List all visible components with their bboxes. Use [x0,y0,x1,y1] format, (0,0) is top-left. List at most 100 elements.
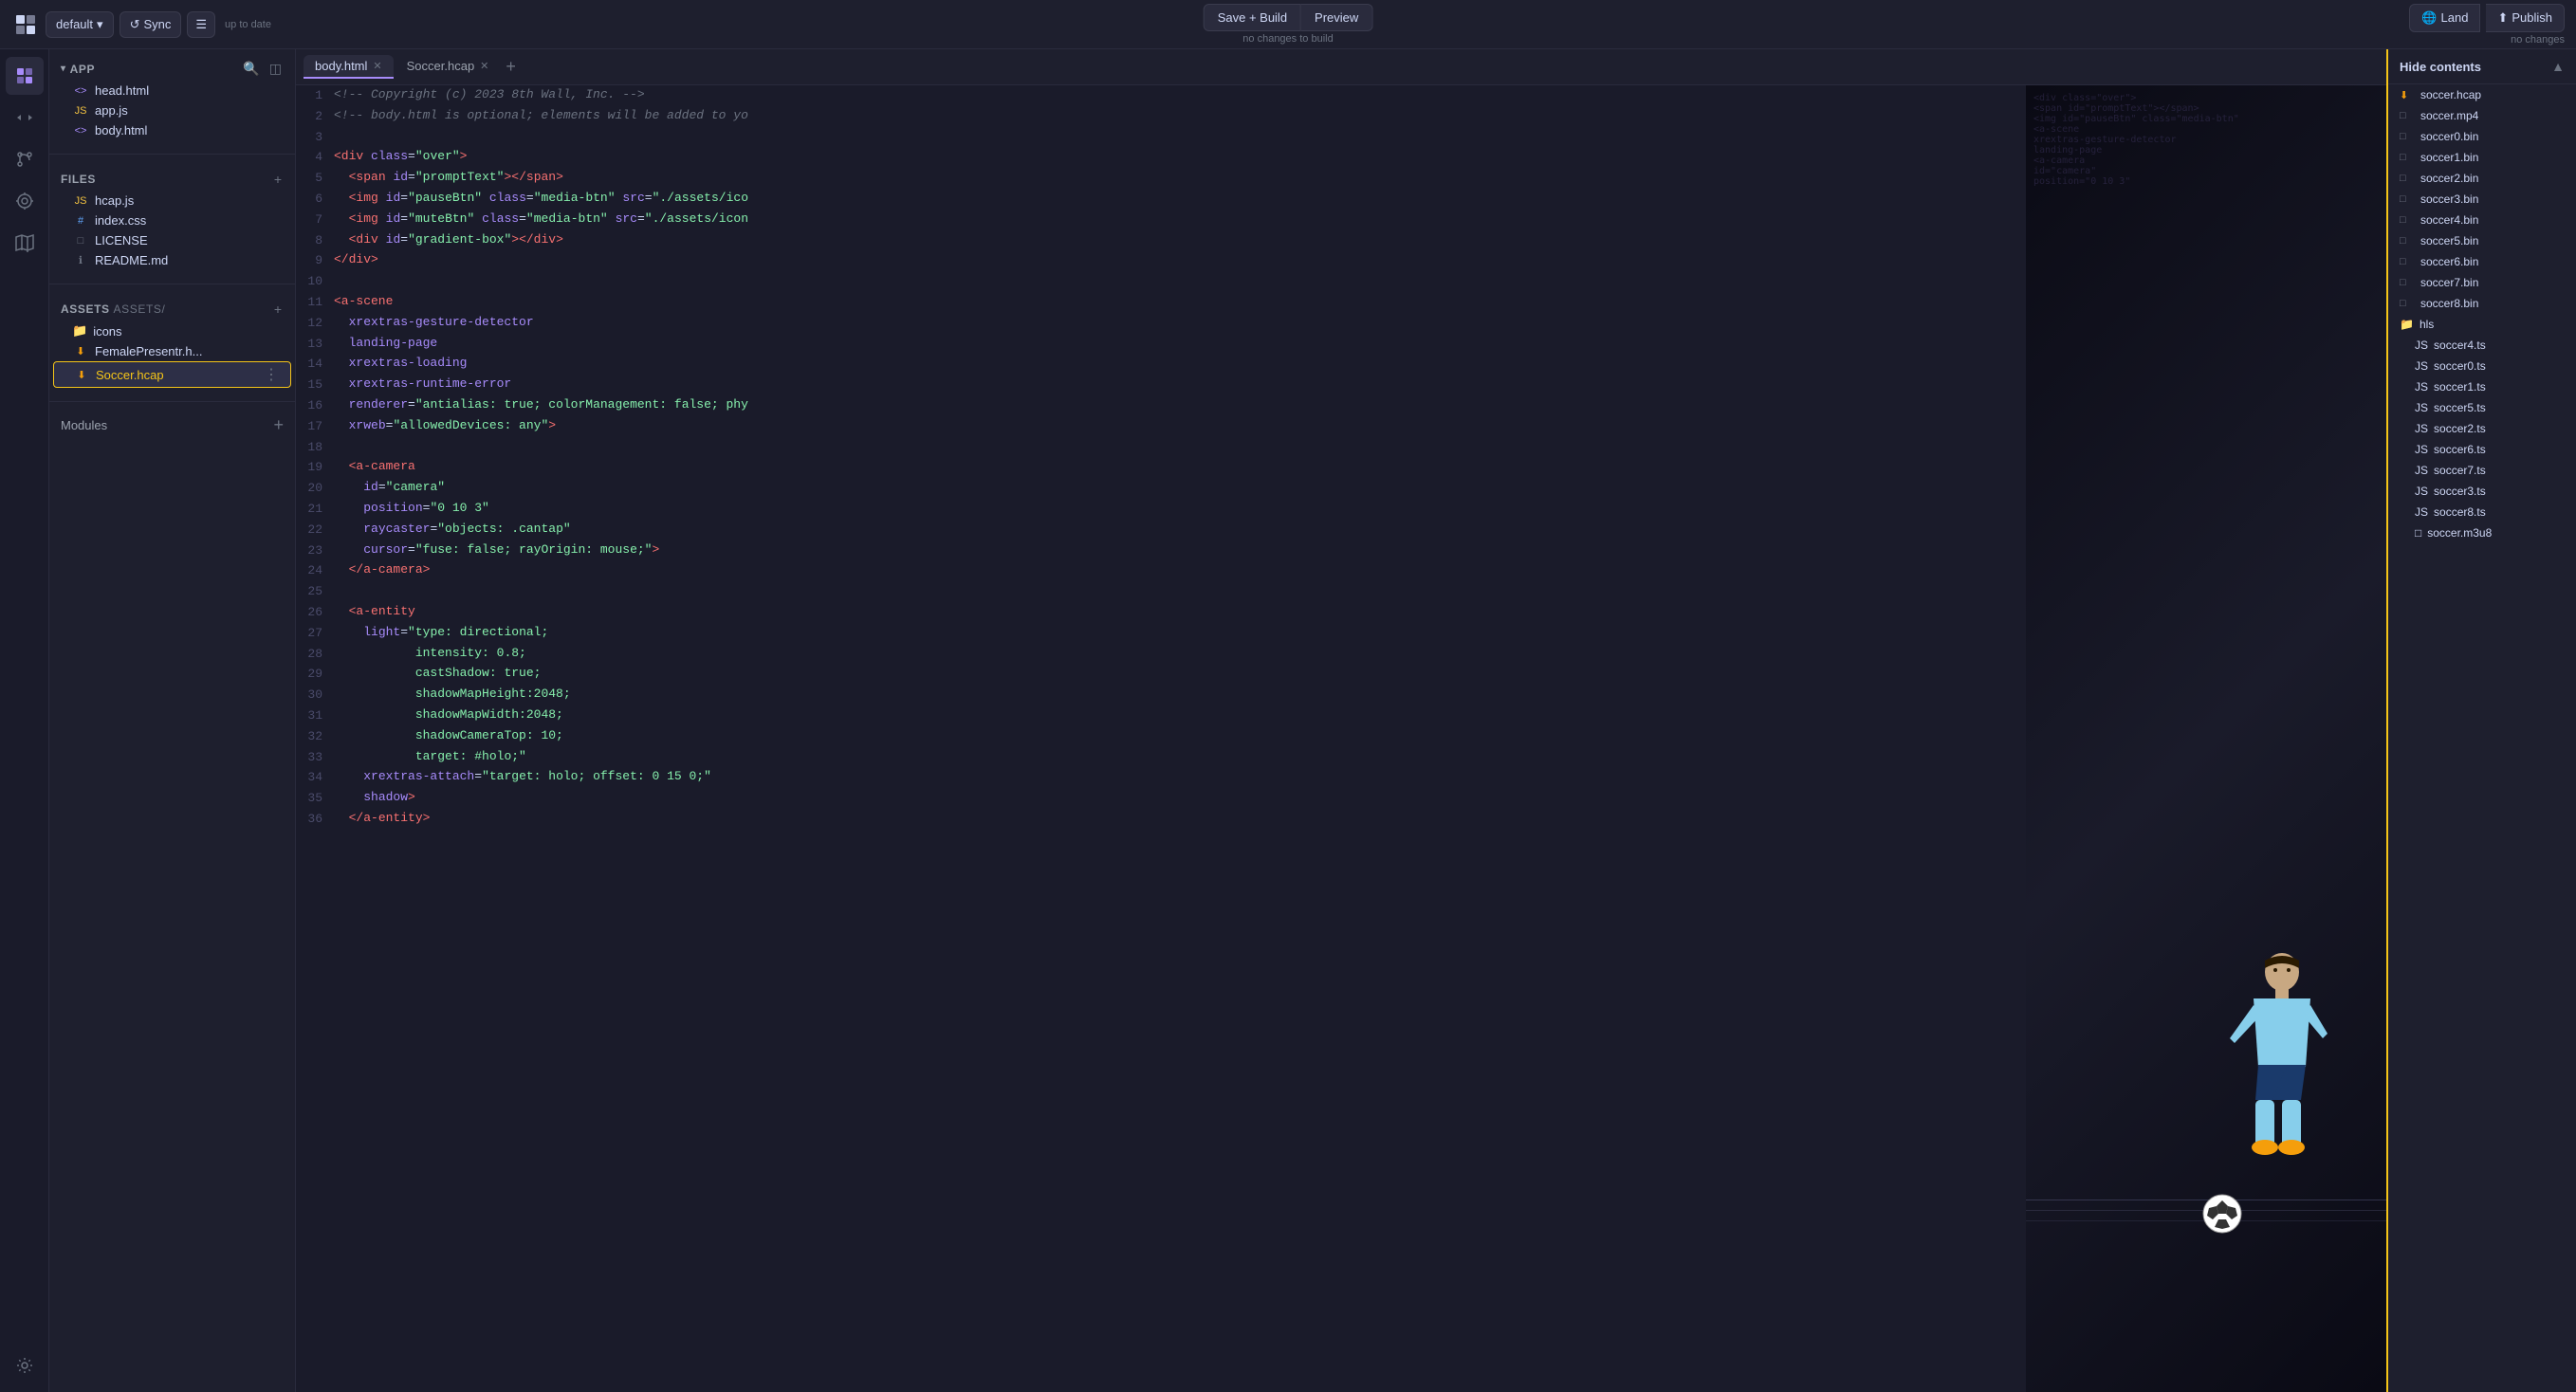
contents-item-soccer4-bin[interactable]: □ soccer4.bin [2388,210,2576,230]
app-section: ▾ App 🔍 ◫ <> head.html JS app.js <> body… [49,49,295,148]
tab-close-soccer-hcap[interactable]: ✕ [480,60,488,72]
contents-item-soccer2-bin[interactable]: □ soccer2.bin [2388,168,2576,189]
contents-folder-hls[interactable]: 📁 hls [2388,314,2576,335]
file-icon: □ [72,235,89,247]
contents-sub-item-soccer-m3u8[interactable]: □ soccer.m3u8 [2388,522,2576,543]
contents-sub-item-soccer6-ts[interactable]: JS soccer6.ts [2388,439,2576,460]
folder-item-icons[interactable]: 📁 icons [53,321,291,341]
sidebar-icon-map[interactable] [6,224,44,262]
code-line-21: 21 position="0 10 3" [296,499,2026,520]
save-build-button[interactable]: Save + Build [1204,4,1301,31]
code-line-14: 14 xrextras-loading [296,354,2026,375]
file-item-index-css[interactable]: # index.css [53,211,291,230]
add-module-button[interactable]: + [273,415,284,435]
contents-sub-item-soccer7-ts[interactable]: JS soccer7.ts [2388,460,2576,481]
item-name: soccer1.ts [2434,380,2486,394]
default-branch-button[interactable]: default ▾ [46,11,114,38]
js-icon: JS [2415,443,2428,456]
file-item-head-html[interactable]: <> head.html [53,81,291,101]
land-publish-buttons: 🌐 Land ⬆ Publish [2409,4,2565,32]
contents-item-soccer7-bin[interactable]: □ soccer7.bin [2388,272,2576,293]
file-icon: □ [2400,214,2415,226]
contents-sub-item-soccer5-ts[interactable]: JS soccer5.ts [2388,397,2576,418]
item-name: soccer.m3u8 [2427,526,2492,540]
contents-item-soccer5-bin[interactable]: □ soccer5.bin [2388,230,2576,251]
item-name: soccer1.bin [2420,151,2478,164]
code-line-28: 28 intensity: 0.8; [296,644,2026,665]
file-name: body.html [95,123,280,137]
file-context-menu-button[interactable]: ⋮ [264,365,279,384]
app-section-header: ▾ App 🔍 ◫ [49,57,295,81]
preview-button[interactable]: Preview [1301,4,1372,31]
editor-content: 1 <!-- Copyright (c) 2023 8th Wall, Inc.… [296,85,2386,1392]
file-icon: □ [2400,152,2415,163]
contents-sub-item-soccer3-ts[interactable]: JS soccer3.ts [2388,481,2576,502]
file-name: head.html [95,83,280,98]
contents-item-soccer-hcap[interactable]: ⬇ soccer.hcap [2388,84,2576,105]
sidebar-icon-grid[interactable] [6,57,44,95]
land-button[interactable]: 🌐 Land [2409,4,2480,32]
html-icon: <> [72,85,89,97]
line-content: <span id="promptText"></span> [334,168,2026,188]
search-button[interactable]: 🔍 [241,61,261,77]
divider [49,401,295,402]
sync-button[interactable]: ↺ Sync [120,11,182,38]
code-line-36: 36 </a-entity> [296,809,2026,830]
line-num: 23 [296,540,334,561]
contents-item-soccer8-bin[interactable]: □ soccer8.bin [2388,293,2576,314]
line-content: shadowMapWidth:2048; [334,705,2026,725]
code-line-17: 17 xrweb="allowedDevices: any"> [296,416,2026,437]
add-file-button[interactable]: + [272,172,284,187]
contents-item-soccer1-bin[interactable]: □ soccer1.bin [2388,147,2576,168]
line-num: 13 [296,334,334,355]
code-line-9: 9 </div> [296,250,2026,271]
line-content: shadowMapHeight:2048; [334,685,2026,705]
file-item-app-js[interactable]: JS app.js [53,101,291,120]
sidebar-icon-code[interactable] [6,99,44,137]
file-item-hcap-js[interactable]: JS hcap.js [53,191,291,211]
contents-header: Hide contents ▲ [2388,49,2576,84]
tab-soccer-hcap[interactable]: Soccer.hcap ✕ [396,55,501,79]
contents-collapse-button[interactable]: ▲ [2551,59,2565,74]
file-icon: □ [2400,173,2415,184]
contents-sub-item-soccer0-ts[interactable]: JS soccer0.ts [2388,356,2576,376]
contents-item-soccer-mp4[interactable]: □ soccer.mp4 [2388,105,2576,126]
add-asset-button[interactable]: + [272,302,284,317]
hcap-icon: ⬇ [72,345,89,357]
publish-button[interactable]: ⬆ Publish [2486,4,2565,32]
contents-item-soccer3-bin[interactable]: □ soccer3.bin [2388,189,2576,210]
sidebar-icon-branch[interactable] [6,140,44,178]
contents-sub-item-soccer4-ts[interactable]: JS soccer4.ts [2388,335,2576,356]
contents-sub-item-soccer8-ts[interactable]: JS soccer8.ts [2388,502,2576,522]
sidebar-icon-settings[interactable] [6,1346,44,1384]
menu-button[interactable]: ☰ [187,11,215,38]
assets-path: assets/ [114,302,166,316]
file-item-body-html[interactable]: <> body.html [53,120,291,140]
add-tab-button[interactable]: + [502,57,520,77]
line-num: 27 [296,623,334,644]
code-line-33: 33 target: #holo;" [296,747,2026,768]
file-icon: □ [2400,193,2415,205]
app-section-actions: 🔍 ◫ [241,61,284,77]
file-item-female-presenter[interactable]: ⬇ FemalePresentr.h... [53,341,291,361]
item-name: soccer5.ts [2434,401,2486,414]
file-item-readme[interactable]: ℹ README.md [53,250,291,270]
file-item-license[interactable]: □ LICENSE [53,230,291,250]
code-line-16: 16 renderer="antialias: true; colorManag… [296,395,2026,416]
chevron-down-icon: ▾ [97,17,103,32]
contents-item-soccer6-bin[interactable]: □ soccer6.bin [2388,251,2576,272]
line-content: target: #holo;" [334,747,2026,767]
line-num: 33 [296,747,334,768]
tab-body-html[interactable]: body.html ✕ [304,55,394,79]
code-line-22: 22 raycaster="objects: .cantap" [296,520,2026,540]
assets-section-title: Assets assets/ [61,302,272,316]
tab-close-body-html[interactable]: ✕ [373,60,381,72]
contents-sub-item-soccer2-ts[interactable]: JS soccer2.ts [2388,418,2576,439]
contents-sub-item-soccer1-ts[interactable]: JS soccer1.ts [2388,376,2576,397]
file-item-soccer-hcap[interactable]: ⬇ Soccer.hcap ⋮ [53,361,291,388]
collapse-button[interactable]: ◫ [267,61,284,77]
sidebar-icon-target[interactable] [6,182,44,220]
contents-item-soccer0-bin[interactable]: □ soccer0.bin [2388,126,2576,147]
build-preview-buttons: Save + Build Preview [1204,4,1373,31]
code-editor[interactable]: 1 <!-- Copyright (c) 2023 8th Wall, Inc.… [296,85,2026,1392]
